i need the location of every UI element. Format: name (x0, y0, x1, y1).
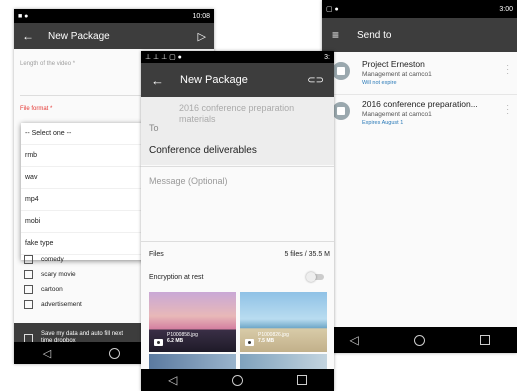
file-thumbnail[interactable] (240, 354, 327, 369)
status-time: 10:08 (192, 12, 210, 20)
file-thumbnail[interactable]: P1000826.jpg 7.5 MB (240, 292, 327, 352)
dropdown-option[interactable]: rmb (21, 145, 149, 167)
toggle-knob (306, 272, 316, 282)
package-icon (332, 102, 350, 120)
status-bar: ■ ● 10:08 (14, 9, 214, 23)
status-bar: ⊥ ⊥ ⊥ ▢ ● 3: (141, 51, 334, 63)
dropdown-option[interactable]: -- Select one -- (21, 123, 149, 145)
dropdown-option[interactable]: fake type (21, 233, 149, 255)
phone-new-package-compose: ⊥ ⊥ ⊥ ▢ ● 3: ← New Package ⊂⊃ To 2016 co… (141, 51, 334, 391)
list-item[interactable]: Project Erneston Management at camco1 Wi… (322, 56, 517, 95)
checkbox-row[interactable]: advertisement (24, 300, 82, 309)
page-title: New Package (180, 74, 248, 86)
camera-icon (154, 339, 163, 346)
file-thumbnail[interactable]: P1000858.jpg 6.2 MB (149, 292, 236, 352)
back-arrow-icon[interactable]: ← (151, 73, 164, 88)
nav-back-icon[interactable]: ◁ (168, 373, 177, 387)
to-value: 2016 conference preparation materials (179, 103, 295, 124)
files-label: Files (149, 251, 164, 258)
files-summary: 5 files / 35.5 M (284, 251, 330, 258)
dropdown-option[interactable]: mobi (21, 211, 149, 233)
dropdown-option[interactable]: wav (21, 167, 149, 189)
checkbox[interactable] (24, 255, 33, 264)
phone-send-to: ▢ ● 3:00 ≡ Send to Project Erneston Mana… (322, 0, 517, 353)
checkbox[interactable] (24, 285, 33, 294)
checkbox-row[interactable]: scary movie (24, 270, 76, 279)
nav-home-icon[interactable] (413, 334, 425, 346)
app-bar: ≡ Send to (322, 18, 517, 52)
nav-back-icon[interactable]: ◁ (349, 333, 358, 347)
app-bar: ← New Package ⊂⊃ (141, 63, 334, 97)
checkbox-row[interactable]: cartoon (24, 285, 63, 294)
subject-field[interactable]: Conference deliverables (149, 145, 257, 156)
status-time: 3: (324, 53, 330, 61)
file-thumbnail[interactable] (149, 354, 236, 369)
status-time: 3:00 (499, 5, 513, 13)
list-item[interactable]: 2016 conference preparation... Managemen… (322, 96, 517, 134)
nav-home-icon[interactable] (108, 347, 120, 359)
divider (141, 241, 334, 242)
checkbox-row[interactable]: comedy (24, 255, 64, 264)
checkbox[interactable] (24, 300, 33, 309)
nav-back-icon[interactable]: ◁ (43, 347, 51, 360)
more-vert-icon[interactable]: · · · (506, 102, 509, 118)
status-bar: ▢ ● 3:00 (322, 0, 517, 18)
app-bar: ← New Package ▷ (14, 23, 214, 49)
back-arrow-icon[interactable]: ← (22, 29, 34, 43)
package-icon (332, 62, 350, 80)
checkbox[interactable] (24, 270, 33, 279)
notification-icons: ■ ● (18, 12, 29, 20)
message-input[interactable]: Message (Optional) (149, 176, 228, 186)
page-title: New Package (48, 30, 110, 42)
camera-icon (245, 339, 254, 346)
encryption-toggle[interactable] (306, 272, 324, 282)
nav-bar: ◁ (322, 327, 517, 353)
to-label: To (149, 123, 159, 133)
attach-icon[interactable]: ⊂⊃ (307, 75, 324, 86)
nav-recents-icon[interactable] (296, 375, 307, 385)
file-format-dropdown[interactable]: -- Select one -- rmb wav mp4 mobi fake t… (21, 123, 149, 260)
nav-bar: ◁ (141, 369, 334, 391)
nav-home-icon[interactable] (231, 374, 243, 386)
page-title: Send to (357, 29, 392, 41)
notification-icons: ▢ ● (326, 6, 339, 13)
send-icon[interactable]: ▷ (198, 30, 206, 43)
dropdown-option[interactable]: mp4 (21, 189, 149, 211)
more-vert-icon[interactable]: · · · (506, 62, 509, 78)
divider (141, 166, 334, 167)
nav-recents-icon[interactable] (479, 335, 490, 345)
encryption-label: Encryption at rest (149, 274, 204, 281)
notification-icons: ⊥ ⊥ ⊥ ▢ ● (145, 54, 182, 61)
menu-icon[interactable]: ≡ (332, 28, 339, 42)
